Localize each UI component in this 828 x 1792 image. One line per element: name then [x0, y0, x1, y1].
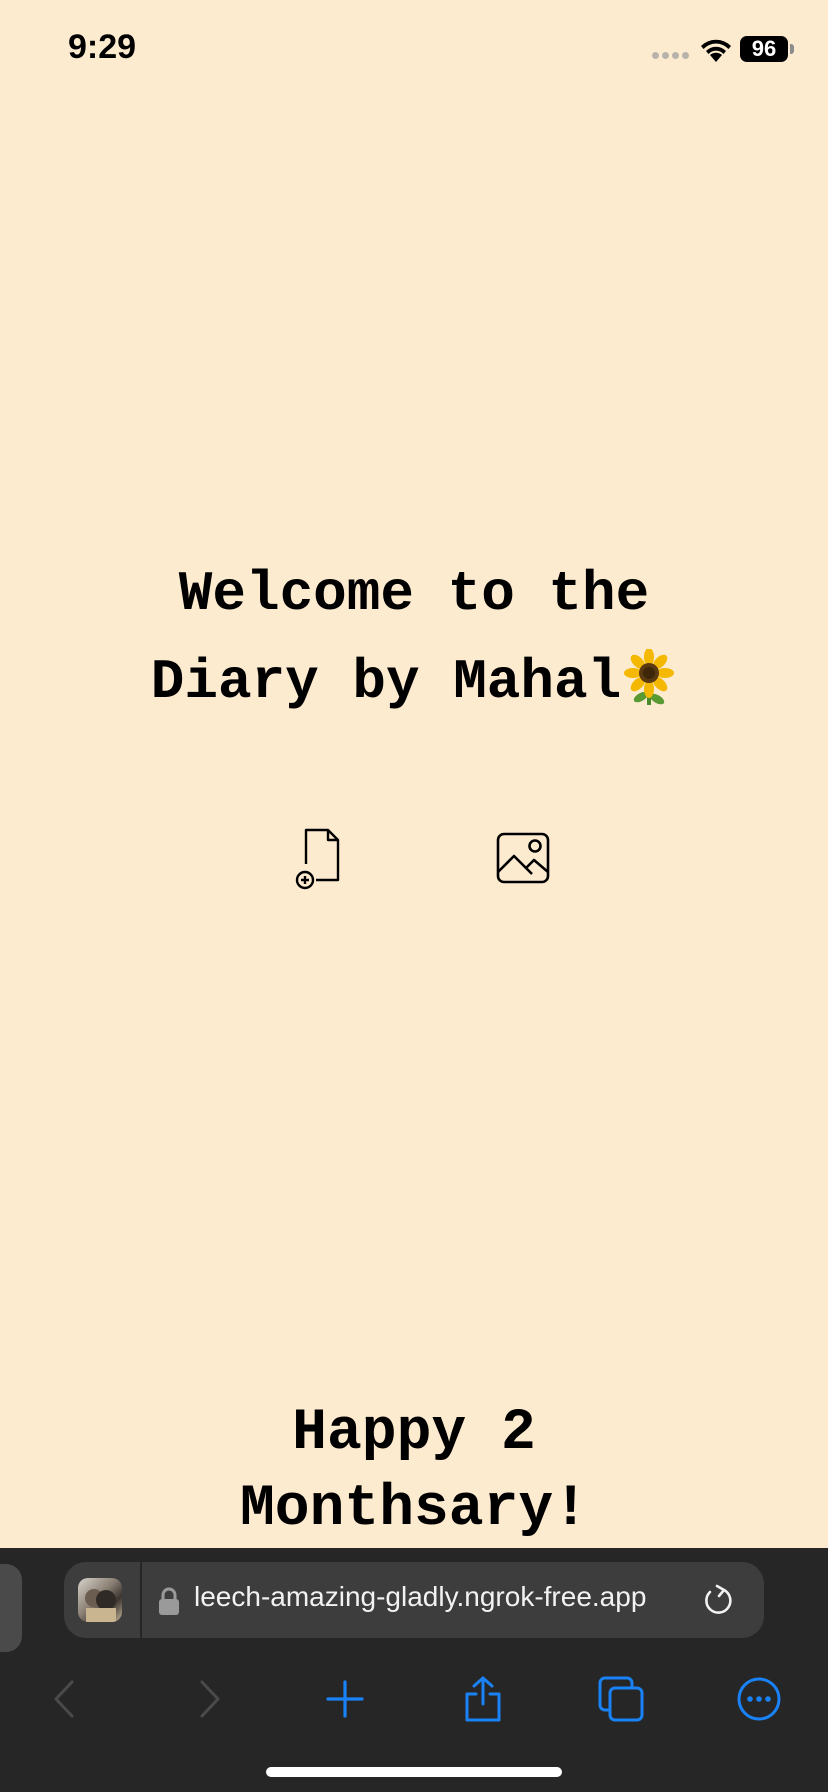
address-bar-divider — [140, 1562, 142, 1638]
cellular-signal-icon — [652, 52, 689, 59]
previous-tab-preview[interactable] — [0, 1564, 22, 1652]
image-gallery-icon[interactable] — [492, 826, 556, 890]
sunflower-icon — [621, 646, 677, 705]
home-indicator[interactable] — [266, 1767, 562, 1777]
action-icons — [0, 826, 828, 896]
lock-icon — [159, 1587, 179, 1615]
site-favicon — [78, 1578, 122, 1622]
back-icon[interactable] — [42, 1674, 92, 1724]
more-icon[interactable] — [734, 1674, 784, 1724]
status-bar: 9:29 96 — [0, 0, 828, 100]
share-icon[interactable] — [458, 1674, 508, 1724]
new-document-icon[interactable] — [290, 826, 354, 890]
browser-toolbar — [0, 1660, 828, 1744]
address-bar[interactable]: leech-amazing-gladly.ngrok-free.app — [64, 1562, 764, 1638]
battery-nub — [790, 44, 794, 54]
monthsary-line-2: Monthsary! — [239, 1477, 589, 1542]
tabs-icon[interactable] — [596, 1674, 646, 1724]
monthsary-line-1: Happy 2 — [292, 1401, 536, 1466]
status-time: 9:29 — [68, 28, 137, 66]
welcome-line-1: Welcome to the — [178, 562, 650, 626]
welcome-heading: Welcome to the Diary by Mahal — [60, 550, 768, 726]
browser-bottom-bar: leech-amazing-gladly.ngrok-free.app — [0, 1548, 828, 1792]
monthsary-heading: Happy 2 Monthsary! — [160, 1396, 668, 1548]
reload-icon[interactable] — [700, 1582, 736, 1618]
battery-indicator: 96 — [740, 36, 788, 62]
forward-icon[interactable] — [182, 1674, 232, 1724]
wifi-icon — [701, 39, 731, 62]
new-tab-plus-icon[interactable] — [320, 1674, 370, 1724]
url-text[interactable]: leech-amazing-gladly.ngrok-free.app — [194, 1581, 646, 1613]
welcome-line-2: Diary by Mahal — [150, 650, 622, 714]
